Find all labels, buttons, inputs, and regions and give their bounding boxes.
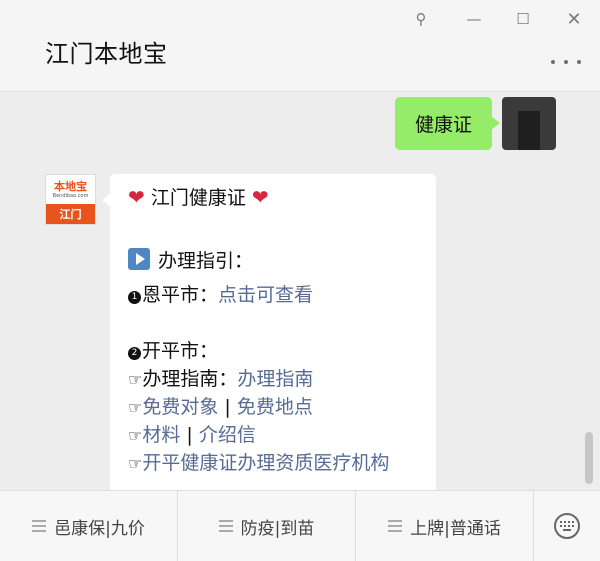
heart-icon: ❤ xyxy=(128,185,145,209)
kaiping-label: 开平市： xyxy=(142,340,219,362)
close-icon[interactable]: ✕ xyxy=(561,8,587,30)
institutions-link[interactable]: 开平健康证办理资质医疗机构 xyxy=(142,452,389,474)
chat-scrollbar[interactable] xyxy=(585,432,593,484)
enping-link[interactable]: 点击可查看 xyxy=(218,284,313,306)
free-target-link[interactable]: 免费对象 xyxy=(142,396,218,418)
pointing-hand-icon: ☞ xyxy=(128,370,143,389)
enping-label: 恩平市： xyxy=(142,284,219,306)
message-title: 江门健康证 xyxy=(150,187,246,209)
free-place-link[interactable]: 免费地点 xyxy=(237,396,313,418)
number-one-icon: 1 xyxy=(128,291,141,304)
chat-title: 江门本地宝 xyxy=(45,40,168,68)
menu-item-label: 邑康保|九价 xyxy=(54,518,145,539)
bot-avatar[interactable]: 本地宝 Bendibao.com 江门 xyxy=(45,174,96,225)
heart-icon: ❤ xyxy=(251,185,269,209)
keyboard-toggle-button[interactable] xyxy=(534,491,600,561)
minimize-icon[interactable]: — xyxy=(461,8,487,30)
play-icon xyxy=(128,248,150,270)
chat-area[interactable]: 健康证 本地宝 Bendibao.com 江门 ❤ 江门健康证 ❤ 办理指引： … xyxy=(0,92,600,490)
pointing-hand-icon: ☞ xyxy=(128,454,143,473)
maximize-icon[interactable]: ☐ xyxy=(510,8,536,30)
number-two-icon: 2 xyxy=(128,347,141,360)
guide-line: ☞办理指南：办理指南 xyxy=(128,365,313,394)
kaiping-line: 2 开平市： xyxy=(128,337,218,365)
intro-letter-link[interactable]: 介绍信 xyxy=(199,424,256,446)
bot-message-bubble: ❤ 江门健康证 ❤ 办理指引： 1 恩平市：点击可查看 2 开平市： ☞办理指南：办… xyxy=(102,174,436,490)
institutions-line: ☞开平健康证办理资质医疗机构 xyxy=(128,449,389,478)
menu-item-yikangbao[interactable]: 邑康保|九价 xyxy=(0,491,178,561)
guide-link[interactable]: 办理指南 xyxy=(237,368,313,390)
pin-icon[interactable]: ⚲ xyxy=(408,8,434,30)
menu-item-label: 防疫|到苗 xyxy=(240,518,315,539)
bottom-menu: 邑康保|九价 防疫|到苗 上牌|普通话 xyxy=(0,490,600,561)
separator: | xyxy=(218,396,237,418)
menu-lines-icon xyxy=(388,520,403,532)
keyboard-icon xyxy=(554,513,580,539)
material-line: ☞材料 | 介绍信 xyxy=(128,421,256,450)
logo-city: 江门 xyxy=(46,204,95,224)
more-icon[interactable] xyxy=(551,52,581,72)
my-message-text: 健康证 xyxy=(414,114,472,136)
material-link[interactable]: 材料 xyxy=(142,424,180,446)
title-bar: 江门本地宝 ⚲ — ☐ ✕ xyxy=(0,0,600,92)
enping-line: 1 恩平市：点击可查看 xyxy=(128,281,313,309)
my-avatar[interactable] xyxy=(502,97,556,150)
section-title-line: 办理指引： xyxy=(128,247,253,275)
menu-lines-icon xyxy=(218,520,233,532)
message-title-line: ❤ 江门健康证 ❤ xyxy=(128,183,269,212)
separator: | xyxy=(180,424,199,446)
logo-name: 本地宝 xyxy=(54,179,87,193)
free-line: ☞免费对象 | 免费地点 xyxy=(128,393,313,422)
my-message-bubble[interactable]: 健康证 xyxy=(395,97,500,150)
pointing-hand-icon: ☞ xyxy=(128,426,143,445)
guide-label: 办理指南： xyxy=(142,368,238,390)
pointing-hand-icon: ☞ xyxy=(128,398,143,417)
menu-item-label: 上牌|普通话 xyxy=(410,518,501,539)
menu-lines-icon xyxy=(32,520,47,532)
logo-url: Bendibao.com xyxy=(52,192,89,199)
section-title: 办理指引： xyxy=(158,250,254,272)
menu-item-shangpai[interactable]: 上牌|普通话 xyxy=(356,491,534,561)
menu-item-fangyi[interactable]: 防疫|到苗 xyxy=(178,491,356,561)
bendibao-logo: 本地宝 Bendibao.com xyxy=(46,175,95,205)
